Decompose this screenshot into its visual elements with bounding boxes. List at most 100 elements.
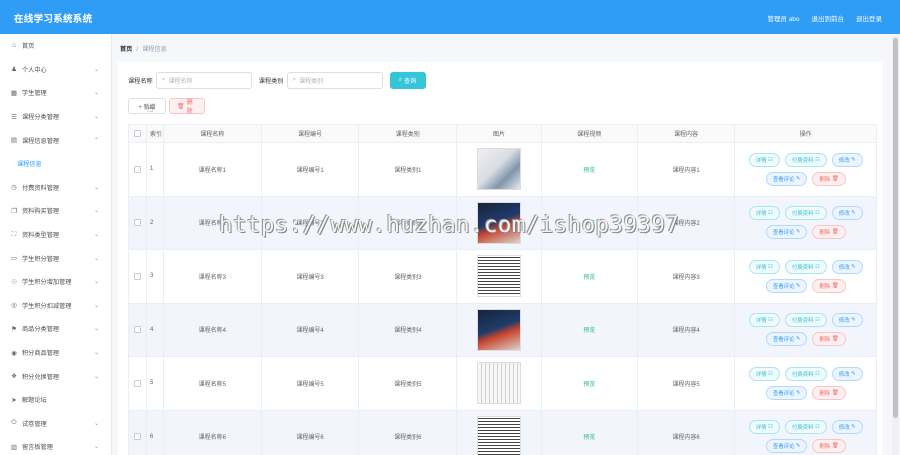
front-link[interactable]: 退出到前台: [812, 13, 845, 23]
delete-button[interactable]: 删除 🗑: [812, 225, 846, 240]
sidebar-item[interactable]: ☰ 课程分类管理 ⌄: [0, 105, 111, 129]
edit-button[interactable]: 修改 ✎: [831, 420, 863, 435]
delete-button[interactable]: 删除 🗑: [812, 278, 846, 293]
sidebar-item[interactable]: ☉ 学生积分增加管理 ⌄: [0, 270, 111, 294]
sidebar-item[interactable]: ♟ 个人中心 ⌄: [0, 58, 111, 82]
table-header: 索引 课程名称 课程编号 课程类别 图片 课程视频 课程内容 操作: [128, 124, 877, 143]
batch-delete-button[interactable]: 🗑 删除: [169, 98, 205, 115]
video-preview-link[interactable]: 预览: [583, 325, 595, 334]
delete-button[interactable]: 删除 🗑: [812, 439, 846, 454]
select-all-checkbox[interactable]: [129, 125, 147, 142]
breadcrumb-home[interactable]: 首页: [120, 46, 132, 53]
sidebar-item-label: 资料购买管理: [22, 208, 60, 216]
course-thumbnail[interactable]: [477, 362, 521, 405]
view-comments-button[interactable]: 查看评论 ✎: [765, 439, 808, 454]
header-ops: 操作: [799, 132, 812, 138]
detail-button[interactable]: 详情 ☷: [748, 152, 780, 167]
row-actions: 详情 ☷ 付费资料 ☷ 修改 ✎ 查看评论 ✎ 删除 🗑: [735, 357, 876, 410]
edit-button[interactable]: 修改 ✎: [831, 206, 863, 221]
edit-button[interactable]: 修改 ✎: [831, 313, 863, 328]
chevron-down-icon: ⌄: [93, 114, 99, 121]
gift-icon: ❖: [11, 373, 17, 381]
flag-icon: ⚑: [11, 325, 17, 333]
detail-button[interactable]: 详情 ☷: [748, 259, 780, 274]
detail-button[interactable]: 详情 ☷: [748, 313, 780, 328]
paid-material-button[interactable]: 付费资料 ☷: [784, 152, 827, 167]
copy-icon: ❐: [11, 207, 17, 215]
video-preview-link[interactable]: 预览: [583, 272, 595, 281]
delete-button[interactable]: 删除 🗑: [812, 171, 846, 186]
detail-button[interactable]: 详情 ☷: [748, 420, 780, 435]
chevron-down-icon: ⌄: [93, 420, 99, 427]
chevron-up-icon: ⌃: [93, 137, 99, 144]
delete-button[interactable]: 删除 🗑: [812, 385, 846, 400]
sidebar-item[interactable]: ➤ 解题论坛: [0, 388, 111, 412]
paid-material-button[interactable]: 付费资料 ☷: [784, 420, 827, 435]
row-category: 课程类别3: [359, 250, 458, 303]
row-checkbox[interactable]: [129, 357, 147, 410]
sidebar-item-label: 付费资料管理: [22, 184, 60, 192]
edit-button[interactable]: 修改 ✎: [831, 152, 863, 167]
sidebar-item[interactable]: ▥ 留言板管理 ⌄: [0, 435, 111, 455]
row-checkbox[interactable]: [129, 143, 147, 196]
row-checkbox[interactable]: [129, 303, 147, 356]
sidebar-item[interactable]: 课程信息: [0, 152, 111, 176]
sidebar-item[interactable]: ⏻ 试卷管理 ⌄: [0, 412, 111, 436]
sidebar-item[interactable]: ⚑ 商品分类管理 ⌄: [0, 317, 111, 341]
paid-material-button[interactable]: 付费资料 ☷: [784, 206, 827, 221]
sidebar-item[interactable]: ▦ 学生管理 ⌄: [0, 81, 111, 105]
table-row: 6 课程名称6 课程编号6 课程类别6 预览 课程内容6 详情 ☷ 付费资料 ☷ 修改 ✎ 查看评…: [128, 410, 877, 455]
course-thumbnail[interactable]: [477, 255, 521, 298]
grid-icon: ▦: [10, 89, 18, 97]
view-comments-button[interactable]: 查看评论 ✎: [765, 278, 808, 293]
sidebar-item-label: 课程信息: [17, 161, 42, 169]
delete-button[interactable]: 删除 🗑: [812, 332, 846, 347]
view-comments-button[interactable]: 查看评论 ✎: [765, 385, 808, 400]
row-code: 课程编号1: [262, 143, 360, 196]
course-name-input[interactable]: ⌕ 课程名称: [155, 71, 252, 89]
sidebar-item[interactable]: ⌂ 首页: [0, 34, 111, 58]
row-category: 课程类别6: [359, 410, 458, 455]
table-row: 1 课程名称1 课程编号1 课程类别1 预览 课程内容1 详情 ☷ 付费资料 ☷ 修改 ✎ 查看评…: [128, 143, 877, 197]
edit-button[interactable]: 修改 ✎: [831, 259, 863, 274]
page-scrollbar[interactable]: [892, 36, 899, 455]
view-comments-button[interactable]: 查看评论 ✎: [765, 171, 808, 186]
row-actions: 详情 ☷ 付费资料 ☷ 修改 ✎ 查看评论 ✎ 删除 🗑: [735, 197, 876, 250]
video-preview-link[interactable]: 预览: [583, 379, 595, 388]
detail-button[interactable]: 详情 ☷: [748, 366, 780, 381]
header-video: 课程视频: [542, 125, 638, 142]
row-image-cell: [457, 143, 542, 196]
sidebar-item[interactable]: ◷ 付费资料管理 ⌄: [0, 176, 111, 200]
sidebar-item-label: 学生积分管理: [22, 255, 60, 263]
sidebar-item[interactable]: ❖ 积分兑换管理 ⌄: [0, 364, 111, 388]
course-category-input[interactable]: ⌕ 课程类别: [286, 71, 383, 89]
edit-button[interactable]: 修改 ✎: [831, 366, 863, 381]
search-button[interactable]: ⌕ 查询: [389, 71, 426, 89]
sidebar-item[interactable]: ◉ 积分商品管理 ⌄: [0, 341, 111, 365]
paid-material-button[interactable]: 付费资料 ☷: [784, 366, 827, 381]
view-comments-button[interactable]: 查看评论 ✎: [765, 225, 808, 240]
video-preview-link[interactable]: 预览: [583, 432, 595, 441]
sidebar-item[interactable]: ❐ 资料购买管理 ⌄: [0, 199, 111, 223]
paid-material-button[interactable]: 付费资料 ☷: [784, 313, 827, 328]
row-checkbox[interactable]: [129, 410, 147, 455]
view-comments-button[interactable]: 查看评论 ✎: [765, 332, 808, 347]
row-checkbox[interactable]: [129, 196, 147, 249]
sidebar-item[interactable]: ◎ 学生积分扣减管理 ⌄: [0, 294, 111, 318]
video-preview-link[interactable]: 预览: [583, 165, 595, 174]
sidebar-item-label: 学生管理: [22, 90, 47, 98]
logout-link[interactable]: 退出登录: [856, 13, 882, 23]
sidebar-item[interactable]: ⛶ 资料类型管理 ⌄: [0, 223, 111, 247]
course-thumbnail[interactable]: [477, 148, 521, 191]
header-index: 索引: [147, 125, 164, 142]
watermark: https://www.huzhan.com/ishop39397: [219, 212, 680, 238]
paid-material-button[interactable]: 付费资料 ☷: [784, 259, 827, 274]
sidebar-item[interactable]: ▤ 课程信息管理 ⌃: [0, 128, 111, 152]
scrollbar-thumb[interactable]: [893, 38, 898, 418]
row-checkbox[interactable]: [129, 250, 147, 303]
course-thumbnail[interactable]: [477, 415, 521, 455]
sidebar-item[interactable]: ▭ 学生积分管理 ⌄: [0, 246, 111, 270]
row-index: 2: [147, 196, 164, 249]
course-thumbnail[interactable]: [477, 308, 521, 351]
detail-button[interactable]: 详情 ☷: [748, 206, 780, 221]
